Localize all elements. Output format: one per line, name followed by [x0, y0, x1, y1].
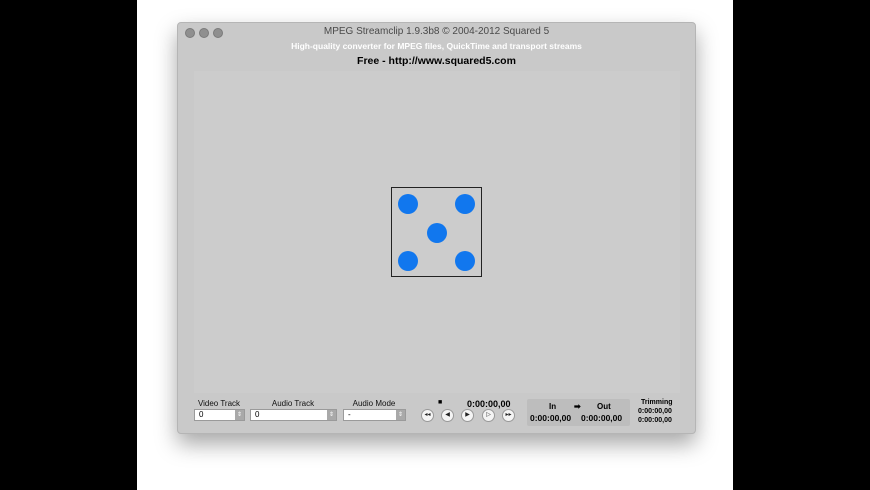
trimming-label: Trimming — [641, 399, 673, 406]
dice-dot — [398, 251, 418, 271]
trim-end-time: 0:00:00,00 — [638, 417, 672, 424]
dice-dot — [427, 223, 447, 243]
current-time: 0:00:00,00 — [467, 399, 511, 409]
window-title: MPEG Streamclip 1.9.3b8 © 2004-2012 Squa… — [323, 26, 550, 37]
trim-start-time: 0:00:00,00 — [638, 408, 672, 415]
in-time: 0:00:00,00 — [530, 413, 572, 423]
title-bar[interactable]: MPEG Streamclip 1.9.3b8 © 2004-2012 Squa… — [178, 23, 695, 42]
play-button[interactable]: ▶ — [461, 409, 474, 422]
in-label[interactable]: In — [549, 402, 556, 411]
website-line: Free - http://www.squared5.com — [357, 55, 516, 67]
chevron-updown-icon: ⇕ — [396, 410, 405, 420]
step-forward-button[interactable]: ▷ — [482, 409, 495, 422]
rewind-button[interactable]: ◂◂ — [421, 409, 434, 422]
app-subtitle: High-quality converter for MPEG files, Q… — [291, 41, 582, 51]
stop-icon[interactable]: ■ — [438, 399, 442, 406]
step-back-button[interactable]: ◀ — [441, 409, 454, 422]
in-out-panel: In ➡ Out 0:00:00,00 0:00:00,00 — [527, 399, 630, 426]
video-track-label: Video Track — [197, 399, 241, 408]
video-track-select[interactable]: 0 ⇕ — [194, 409, 245, 421]
audio-mode-label: Audio Mode — [352, 399, 396, 408]
audio-track-select[interactable]: 0 ⇕ — [250, 409, 337, 421]
dice-dot — [455, 194, 475, 214]
placeholder-dice-image — [391, 187, 482, 277]
audio-mode-value: - — [348, 410, 351, 419]
audio-track-label: Audio Track — [271, 399, 315, 408]
arrow-right-icon[interactable]: ➡ — [574, 402, 581, 411]
video-viewer[interactable] — [194, 71, 680, 393]
out-time: 0:00:00,00 — [581, 413, 623, 423]
fast-forward-button[interactable]: ▸▸ — [502, 409, 515, 422]
audio-track-value: 0 — [255, 410, 260, 419]
audio-mode-select[interactable]: - ⇕ — [343, 409, 406, 421]
dice-dot — [455, 251, 475, 271]
video-track-value: 0 — [199, 410, 204, 419]
app-window: MPEG Streamclip 1.9.3b8 © 2004-2012 Squa… — [177, 22, 696, 434]
dice-dot — [398, 194, 418, 214]
out-label[interactable]: Out — [597, 402, 611, 411]
chevron-updown-icon: ⇕ — [327, 410, 336, 420]
chevron-updown-icon: ⇕ — [235, 410, 244, 420]
